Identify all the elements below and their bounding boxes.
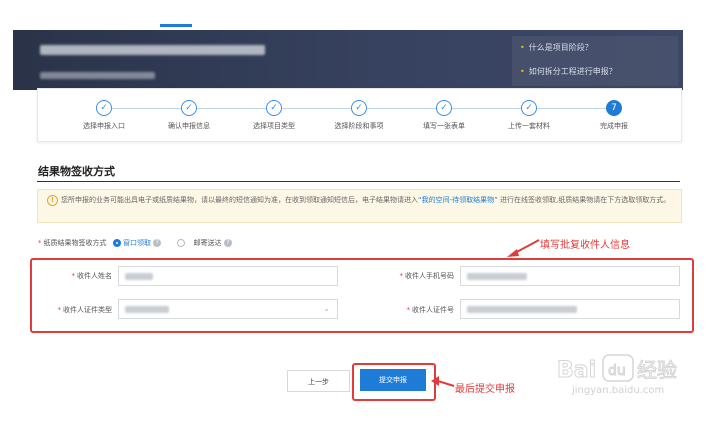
project-title-blurred — [40, 45, 265, 55]
baidu-jingyan-watermark: Bai du 经验 — [557, 354, 678, 384]
step-upload-materials: ✓ 上传一套材料 — [484, 100, 574, 131]
bullet-icon: • — [520, 67, 525, 76]
svg-text:Bai: Bai — [557, 358, 596, 383]
help-link-split[interactable]: • 如何拆分工程进行申报？ — [520, 66, 617, 77]
idtype-label: * 收件人证件类型 — [57, 306, 113, 314]
active-nav-indicator — [160, 24, 192, 27]
phone-label: * 收件人手机号码 — [399, 272, 455, 280]
my-space-link[interactable]: “我的空间-待领取结果物” — [418, 196, 498, 204]
annotation-arrow-icon — [507, 239, 540, 257]
notice-text: 您所申报的业务可能出具电子或纸质结果物，请以最终的短信通知为准，在收到领取通知短… — [61, 196, 671, 204]
bullet-icon: • — [520, 43, 525, 52]
watermark-url: jingyan.baidu.com — [572, 385, 665, 396]
question-icon[interactable]: ? — [223, 239, 232, 247]
section-divider — [37, 181, 680, 182]
section-title: 结果物签收方式 — [38, 165, 115, 178]
idno-label: * 收件人证件号 — [406, 306, 455, 314]
receipt-method-row: * 纸质结果物签收方式 窗口领取 ? 邮寄送达 ? — [38, 238, 232, 248]
check-icon: ✓ — [266, 100, 282, 116]
svg-text:du: du — [608, 363, 626, 379]
annotation-submit: 最后提交申报 — [455, 384, 515, 395]
name-label: * 收件人姓名 — [71, 272, 113, 280]
step-complete: 7 完成申报 — [569, 100, 659, 131]
annotation-fill-info: 填写批复收件人信息 — [540, 240, 630, 251]
recipient-name-input[interactable] — [118, 266, 338, 286]
chevron-down-icon: ⌄ — [323, 304, 330, 313]
question-icon[interactable]: ? — [153, 239, 162, 247]
check-icon: ✓ — [96, 100, 112, 116]
step-confirm-info: ✓ 确认申报信息 — [144, 100, 234, 131]
step-stage-matter: ✓ 选择阶段和事项 — [314, 100, 404, 131]
radio-mail-delivery[interactable] — [177, 239, 186, 247]
step-project-type: ✓ 选择项目类型 — [229, 100, 319, 131]
radio-window-pickup[interactable] — [112, 239, 121, 247]
check-icon: ✓ — [436, 100, 452, 116]
prev-step-button[interactable]: 上一步 — [287, 370, 350, 392]
svg-text:经验: 经验 — [637, 358, 677, 382]
check-icon: ✓ — [351, 100, 367, 116]
required-mark: * — [38, 239, 42, 247]
recipient-phone-input[interactable] — [460, 266, 680, 286]
warning-icon: ! — [47, 195, 58, 206]
annotation-arrow-icon — [431, 376, 455, 387]
recipient-idtype-select[interactable]: ⌄ — [118, 299, 338, 319]
recipient-idno-input[interactable] — [460, 299, 680, 319]
check-icon: ✓ — [521, 100, 537, 116]
top-nav-bar — [0, 0, 723, 30]
check-icon: ✓ — [181, 100, 197, 116]
submit-button[interactable]: 提交申报 — [360, 369, 426, 391]
step-fill-form: ✓ 填写一张表单 — [399, 100, 489, 131]
project-subtitle-blurred — [40, 72, 155, 79]
step-select-entry: ✓ 选择申报入口 — [59, 100, 149, 131]
help-link-stage[interactable]: • 什么是项目阶段？ — [520, 42, 593, 53]
step-number-badge: 7 — [606, 100, 622, 116]
